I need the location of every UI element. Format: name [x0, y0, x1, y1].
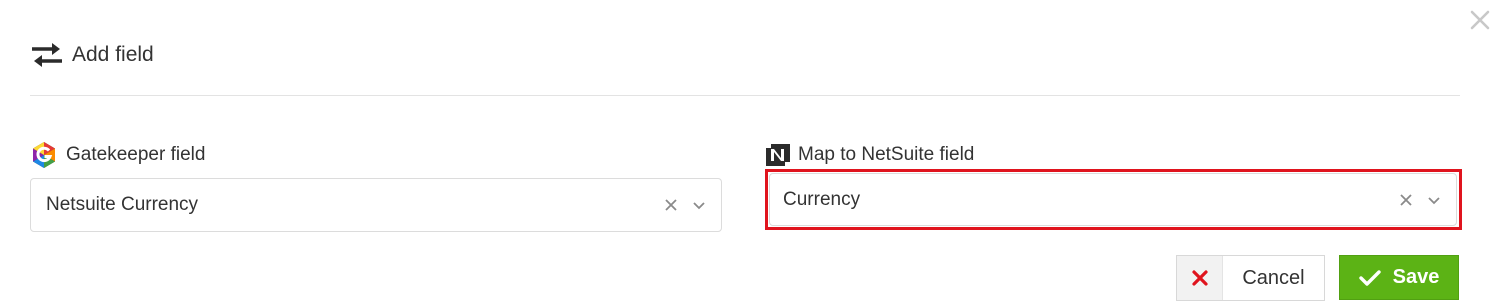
- header-divider: [30, 95, 1460, 96]
- close-icon: [1191, 270, 1208, 286]
- gatekeeper-field-label: Gatekeeper field: [30, 140, 205, 170]
- netsuite-field-select[interactable]: Currency: [769, 173, 1457, 226]
- dialog-title: Add field: [72, 43, 154, 66]
- gatekeeper-select-value: Netsuite Currency: [46, 194, 199, 215]
- clear-icon[interactable]: [1398, 192, 1414, 208]
- netsuite-field-label: Map to NetSuite field: [766, 140, 974, 170]
- gatekeeper-logo-icon: [33, 142, 55, 168]
- netsuite-logo-icon: [766, 144, 790, 166]
- cancel-icon-box: [1177, 256, 1223, 300]
- chevron-down-icon[interactable]: [1426, 192, 1442, 208]
- cancel-button-label: Cancel: [1242, 266, 1305, 289]
- netsuite-select-value: Currency: [783, 188, 861, 210]
- gatekeeper-field-select[interactable]: Netsuite Currency: [30, 178, 722, 232]
- gatekeeper-label-text: Gatekeeper field: [66, 144, 206, 165]
- chevron-down-icon[interactable]: [691, 197, 707, 213]
- close-icon[interactable]: [1466, 6, 1494, 34]
- save-button-label: Save: [1392, 266, 1440, 288]
- clear-icon[interactable]: [663, 197, 679, 213]
- dialog-header: Add field: [30, 38, 154, 72]
- checkmark-icon: [1358, 269, 1381, 286]
- swap-arrows-icon: [32, 43, 62, 67]
- netsuite-label-text: Map to NetSuite field: [798, 144, 975, 165]
- save-button[interactable]: Save: [1339, 255, 1459, 300]
- cancel-button[interactable]: Cancel: [1176, 255, 1325, 301]
